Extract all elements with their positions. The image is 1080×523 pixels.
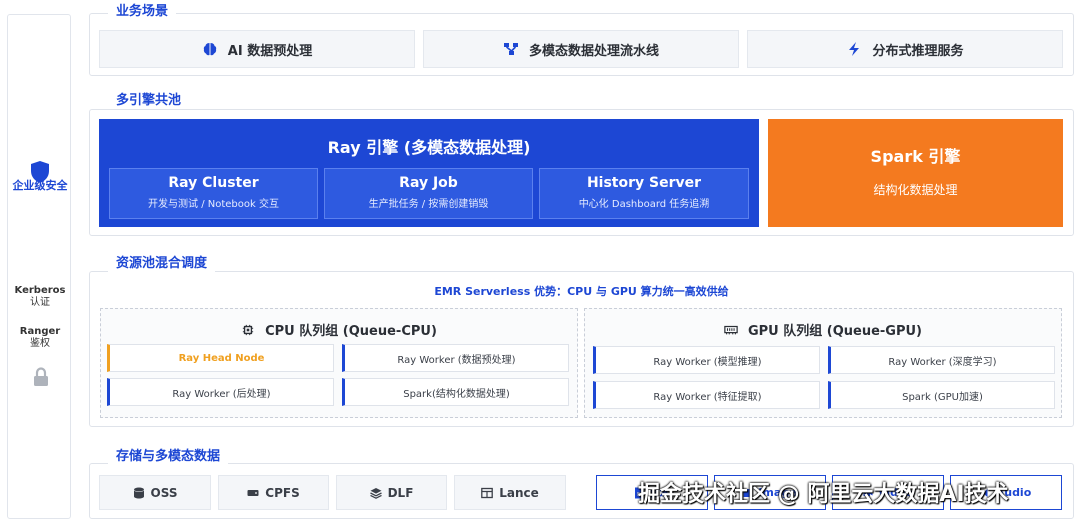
engines-title: 多引擎共池 [108,93,190,109]
gpu-queue-title-row: GPU 队列组 (Queue-GPU) [585,320,1061,339]
biz-card-multimodal-pipeline[interactable]: 多模态数据处理流水线 [423,30,739,68]
ray-cluster-box[interactable]: Ray Cluster 开发与测试 / Notebook 交互 [109,168,318,219]
biz-card-ai-preprocess[interactable]: AI 数据预处理 [99,30,415,68]
storage-cpfs[interactable]: CPFS [218,475,329,510]
cpu-queue-title: CPU 队列组 (Queue-CPU) [265,324,437,339]
storage-title: 存储与多模态数据 [108,449,229,465]
table-icon [481,487,494,498]
spark-engine-title: Spark 引擎 [870,147,961,166]
resource-title: 资源池混合调度 [108,256,216,272]
lock-icon [34,367,48,386]
storage-label: Lance [499,485,539,500]
ray-head-node[interactable]: Ray Head Node [107,344,334,372]
database-icon [133,487,144,498]
security-label: 企业级安全 [12,179,68,192]
cpu-node-ray-worker-preprocess[interactable]: Ray Worker (数据预处理) [342,344,569,372]
serverless-advantage: EMR Serverless 优势：CPU 与 GPU 算力统一高效供给 [434,285,729,298]
gpu-node-spark-gpu[interactable]: Spark (GPU加速) [828,381,1055,409]
gpu-queue-title: GPU 队列组 (Queue-GPU) [747,324,923,339]
cpu-queue-title-row: CPU 队列组 (Queue-CPU) [101,320,577,339]
ranger-title: Ranger [19,326,61,337]
storage-oss[interactable]: OSS [99,475,211,510]
ray-cluster-desc: 开发与测试 / Notebook 交互 [148,199,279,210]
gpu-node-ray-worker-inference[interactable]: Ray Worker (模型推理) [593,346,820,374]
cpu-queue-group: CPU 队列组 (Queue-CPU) Ray Head Node Ray Wo… [100,308,578,418]
history-server-desc: 中心化 Dashboard 任务追溯 [578,199,710,210]
cpu-node-ray-worker-postprocess[interactable]: Ray Worker (后处理) [107,378,334,406]
security-sidebar: 企业级安全 Kerberos 认证 Ranger 鉴权 [7,14,71,519]
storage-label: CPFS [265,485,300,500]
business-title: 业务场景 [108,4,177,20]
ray-engine-box: Ray 引擎 (多模态数据处理) Ray Cluster 开发与测试 / Not… [99,119,759,227]
brain-icon [203,43,216,56]
ranger-block: Ranger 鉴权 [8,326,72,350]
biz-card-label: AI 数据预处理 [227,43,313,59]
ray-engine-title: Ray 引擎 (多模态数据处理) [327,138,531,157]
bolt-icon [849,42,860,56]
gpu-node-ray-worker-deep-learning[interactable]: Ray Worker (深度学习) [828,346,1055,374]
gpu-queue-group: GPU 队列组 (Queue-GPU) Ray Worker (模型推理) Ra… [584,308,1062,418]
biz-card-distributed-inference[interactable]: 分布式推理服务 [747,30,1063,68]
ranger-sub: 鉴权 [30,338,50,349]
kerberos-block: Kerberos 认证 [8,285,72,309]
drive-icon [247,489,259,496]
gpu-icon [724,325,738,334]
kerberos-title: Kerberos [14,285,66,296]
history-server-box[interactable]: History Server 中心化 Dashboard 任务追溯 [539,168,749,219]
cpu-icon [242,324,254,335]
ray-cluster-title: Ray Cluster [168,175,259,191]
spark-engine-box: Spark 引擎 结构化数据处理 [768,119,1063,227]
storage-lance[interactable]: Lance [454,475,566,510]
cpu-node-spark[interactable]: Spark(结构化数据处理) [342,378,569,406]
ray-job-title: Ray Job [399,175,458,191]
ray-job-desc: 生产批任务 / 按需创建销毁 [368,199,489,210]
spark-engine-desc: 结构化数据处理 [873,183,958,197]
storage-label: OSS [150,485,178,500]
ray-job-box[interactable]: Ray Job 生产批任务 / 按需创建销毁 [324,168,533,219]
storage-dlf[interactable]: DLF [336,475,447,510]
watermark-text: 掘金技术社区 @ 阿里云大数据AI技术 [638,482,1009,507]
biz-card-label: 多模态数据处理流水线 [528,43,659,59]
storage-label: DLF [387,485,414,500]
biz-card-label: 分布式推理服务 [872,43,964,59]
gpu-node-ray-worker-feature[interactable]: Ray Worker (特征提取) [593,381,820,409]
network-icon [503,43,518,55]
history-server-title: History Server [586,175,702,191]
kerberos-sub: 认证 [30,297,50,308]
layers-icon [369,487,382,499]
